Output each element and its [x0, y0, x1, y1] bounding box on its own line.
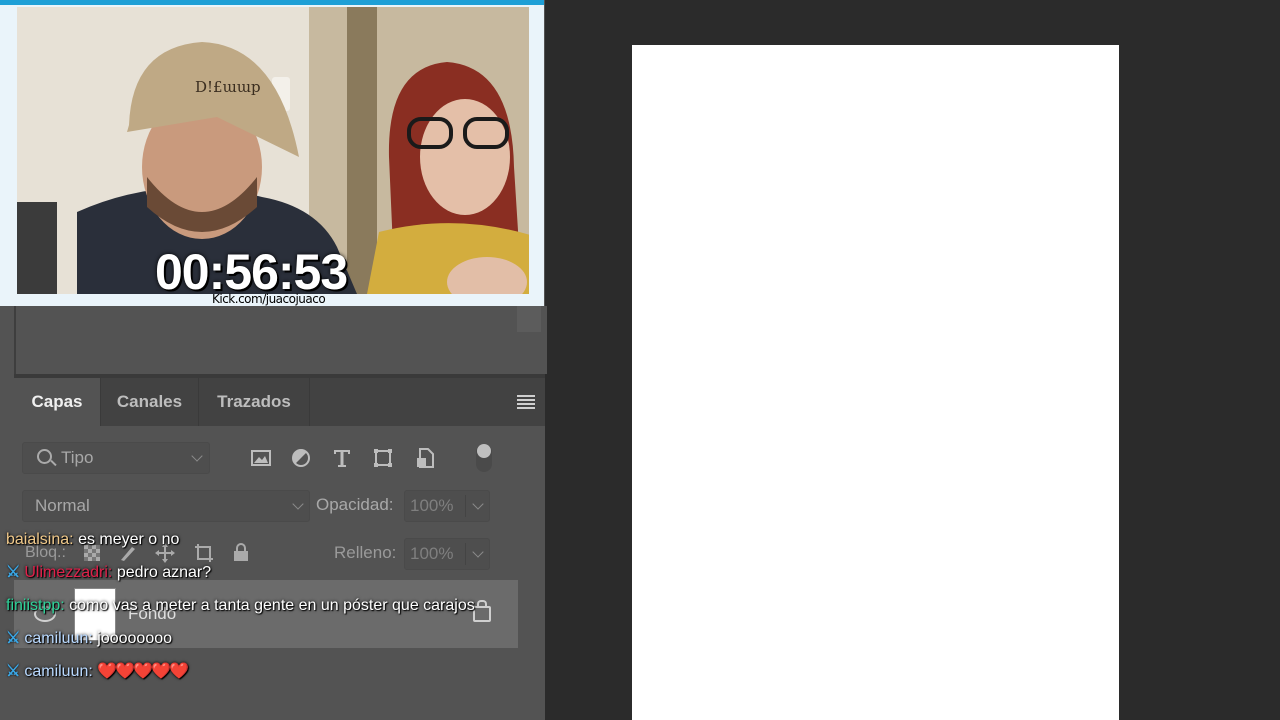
chat-username: finiistpp	[6, 597, 61, 614]
chat-username: camiluun	[24, 663, 89, 680]
opacity-field[interactable]: 100%	[404, 490, 490, 522]
chat-message: baialsina: es meyer o no	[6, 531, 180, 548]
chat-text: es meyer o no	[78, 531, 180, 548]
blend-mode-value: Normal	[35, 496, 90, 515]
upper-panel	[14, 306, 547, 374]
chevron-down-icon	[472, 498, 484, 510]
chat-message: ⚔ camiluun: ❤️❤️❤️❤️❤️	[6, 660, 506, 683]
sword-badge-icon: ⚔	[6, 663, 21, 680]
image-filter-icon[interactable]	[250, 447, 272, 469]
search-icon	[37, 449, 52, 464]
chat-username: camiluun	[24, 630, 89, 647]
layer-filter-select[interactable]: Tipo	[22, 442, 210, 474]
shape-filter-icon[interactable]	[372, 447, 394, 469]
chevron-down-icon	[191, 450, 203, 462]
panel-menu-icon[interactable]	[517, 395, 535, 409]
cap-text: D!£ɯɯp	[195, 78, 261, 96]
filter-toggle[interactable]	[476, 444, 492, 472]
chat-message: ⚔ camiluun: joooooooo	[6, 627, 506, 650]
blend-mode-select[interactable]: Normal	[22, 490, 310, 522]
smart-object-filter-icon[interactable]	[414, 447, 436, 469]
opacity-value: 100%	[410, 496, 454, 515]
upper-panel-scrollbar[interactable]	[517, 306, 541, 332]
layers-panel-tabs: Capas Canales Trazados	[14, 378, 545, 426]
tab-trazados[interactable]: Trazados	[199, 378, 309, 426]
chat-overlay: baialsina: es meyer o no ⚔ Ulimezzadri: p…	[6, 528, 506, 693]
chat-username: baialsina	[6, 531, 70, 548]
tab-canales[interactable]: Canales	[101, 378, 198, 426]
opacity-label: Opacidad:	[316, 495, 394, 514]
chat-text: ❤️❤️❤️❤️❤️	[97, 663, 189, 680]
sword-badge-icon: ⚔	[6, 630, 21, 647]
filter-label: Tipo	[61, 448, 94, 467]
chat-text: como vas a meter a tanta gente en un pós…	[69, 597, 475, 614]
chat-username: Ulimezzadri	[24, 564, 108, 581]
sword-badge-icon: ⚔	[6, 564, 21, 581]
chat-text: pedro aznar?	[116, 564, 212, 581]
stream-watermark: Kick.com/juacojuaco	[212, 292, 326, 306]
adjustment-filter-icon[interactable]	[290, 447, 312, 469]
chat-message: ⚔ Ulimezzadri: pedro aznar?	[6, 561, 506, 584]
webcam-overlay: D!£ɯɯp 00:56:53 Kick.com/juacojuaco	[0, 0, 544, 306]
document-workspace[interactable]	[545, 0, 1280, 720]
chat-message: finiistpp: como vas a meter a tanta gent…	[6, 597, 475, 614]
chat-text: joooooooo	[97, 630, 173, 647]
chevron-down-icon	[292, 498, 304, 510]
text-filter-icon[interactable]	[331, 447, 353, 469]
tab-capas[interactable]: Capas	[14, 378, 100, 426]
document-canvas[interactable]	[632, 45, 1119, 720]
